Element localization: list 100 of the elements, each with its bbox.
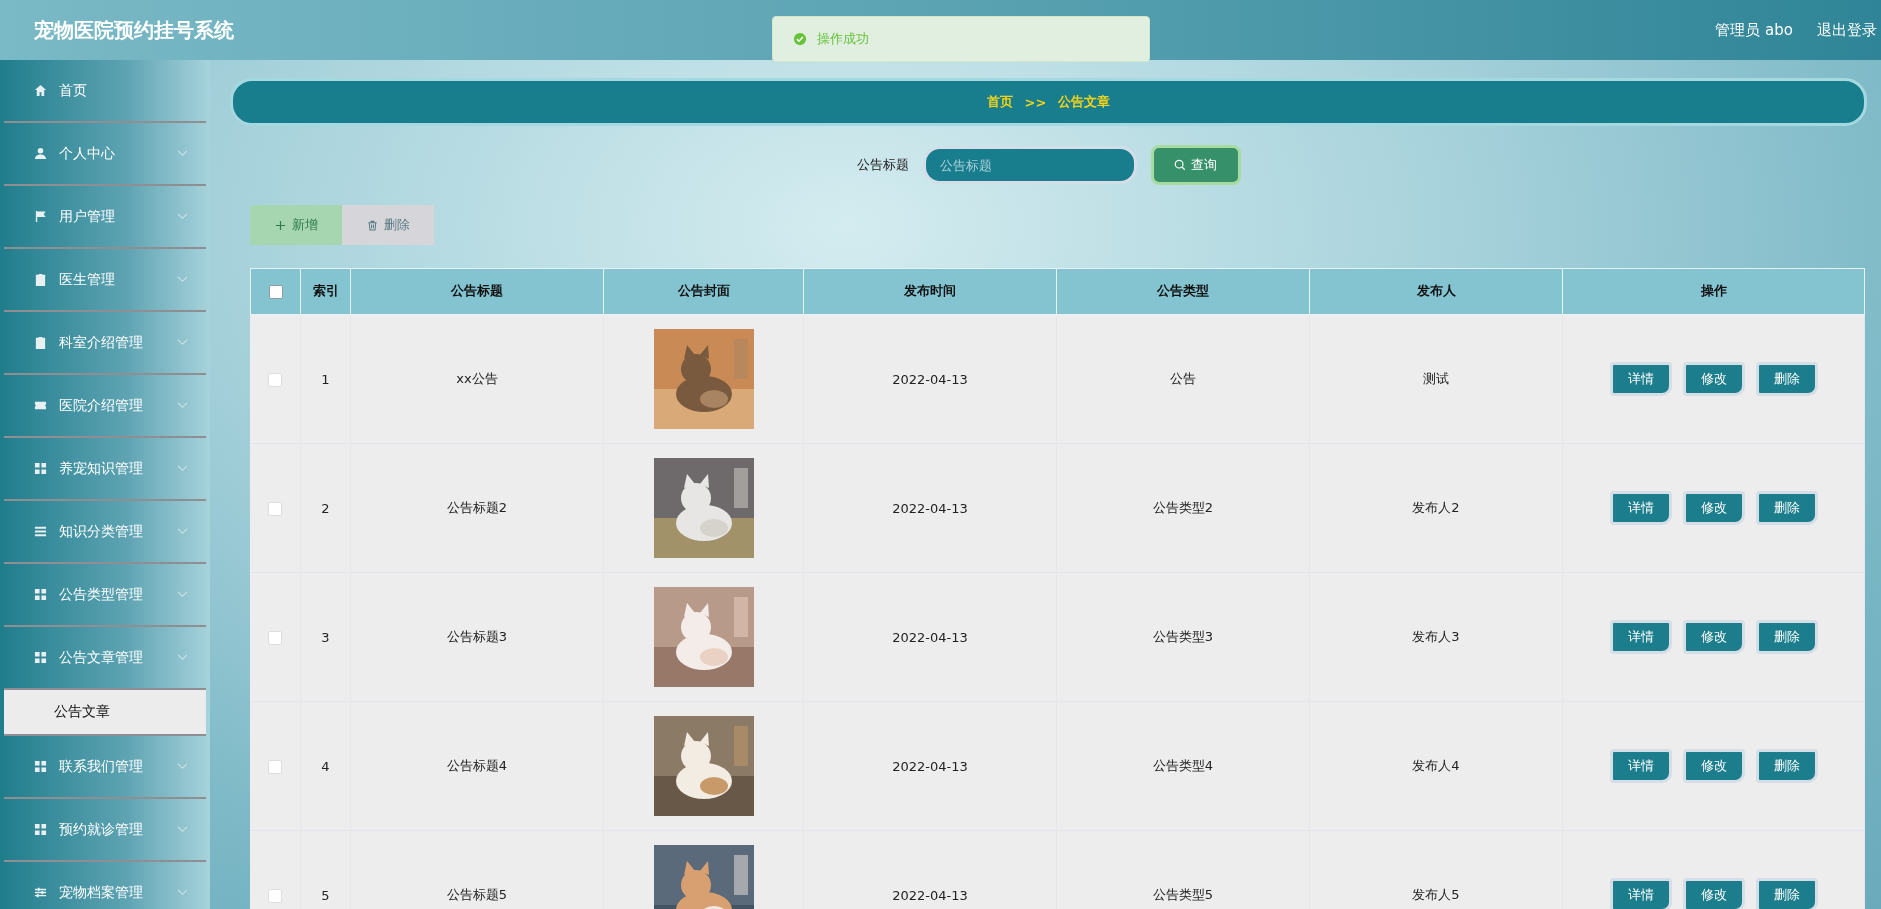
chevron-icon (177, 654, 188, 661)
menu-item[interactable]: 宠物档案管理 (4, 862, 206, 909)
table-cell: 公告类型2 (1056, 443, 1310, 573)
menu-icon (34, 462, 47, 475)
edit-button[interactable]: 修改 (1682, 491, 1745, 525)
delete-button[interactable]: 删除 (1755, 491, 1818, 525)
table-cell: 发布人5 (1309, 830, 1563, 909)
menu-item[interactable]: 医生管理 (4, 249, 206, 312)
trash-icon (366, 219, 378, 231)
chevron-icon (177, 889, 188, 896)
edit-button[interactable]: 修改 (1682, 620, 1745, 654)
menu-item[interactable]: 医院介绍管理 (4, 375, 206, 438)
menu-icon (34, 399, 47, 412)
menu-icon (34, 84, 47, 97)
plus-icon (274, 219, 286, 231)
table-cell: xx公告 (350, 314, 604, 444)
menu-icon (34, 336, 47, 349)
table-cell: 发布人3 (1309, 572, 1563, 702)
delete-button[interactable]: 删除 (1755, 362, 1818, 396)
toast-message: 操作成功 (817, 30, 869, 48)
details-button[interactable]: 详情 (1609, 362, 1672, 396)
search-button[interactable]: 查询 (1150, 145, 1241, 185)
check-circle-icon (793, 32, 807, 46)
details-button[interactable]: 详情 (1609, 620, 1672, 654)
menu-icon (34, 760, 47, 773)
edit-button[interactable]: 修改 (1682, 362, 1745, 396)
column-header: 公告标题 (350, 268, 604, 315)
chevron-icon (177, 763, 188, 770)
menu-icon (34, 210, 47, 223)
chevron-icon (177, 150, 188, 157)
chevron-icon (177, 276, 188, 283)
chevron-icon (177, 213, 188, 220)
details-button[interactable]: 详情 (1609, 749, 1672, 783)
table-cell: 公告类型5 (1056, 830, 1310, 909)
delete-button[interactable]: 删除 (1755, 878, 1818, 909)
chevron-icon (177, 591, 188, 598)
breadcrumb-separator: >> (1024, 94, 1047, 110)
column-header: 公告封面 (603, 268, 804, 315)
table-cell: 2022-04-13 (803, 830, 1057, 909)
menu-icon (34, 147, 47, 160)
menu-item[interactable]: 联系我们管理 (4, 736, 206, 799)
delete-button[interactable]: 删除 (1755, 620, 1818, 654)
menu-item[interactable]: 知识分类管理 (4, 501, 206, 564)
column-header: 索引 (300, 268, 351, 315)
table-cell: 4 (300, 701, 351, 831)
chevron-icon (177, 465, 188, 472)
breadcrumb-link[interactable]: 首页 (986, 93, 1013, 111)
system-title: 宠物医院预约挂号系统 (34, 16, 234, 44)
table-cell: 发布人2 (1309, 443, 1563, 573)
row-checkbox[interactable] (268, 630, 283, 645)
menu-icon (34, 651, 47, 664)
menu-item[interactable]: 科室介绍管理 (4, 312, 206, 375)
table-cell: 公告类型3 (1056, 572, 1310, 702)
menu-item[interactable]: 公告类型管理 (4, 564, 206, 627)
row-checkbox[interactable] (268, 888, 283, 903)
menu-icon (34, 823, 47, 836)
table-cell: 3 (300, 572, 351, 702)
menu-icon (34, 273, 47, 286)
breadcrumb-current: 公告文章 (1058, 93, 1111, 111)
search-icon (1174, 159, 1186, 171)
table-cell: 发布人4 (1309, 701, 1563, 831)
column-header: 发布人 (1309, 268, 1563, 315)
menu-icon (34, 525, 47, 538)
chevron-icon (177, 528, 188, 535)
menu-item[interactable]: 首页 (4, 60, 206, 123)
column-header: 公告类型 (1056, 268, 1310, 315)
logout-link[interactable]: 退出登录 (1817, 20, 1877, 40)
row-checkbox[interactable] (268, 759, 283, 774)
chevron-icon (177, 339, 188, 346)
table-cell: 2022-04-13 (803, 572, 1057, 702)
delete-button[interactable]: 删除 (1755, 749, 1818, 783)
menu-icon (34, 588, 47, 601)
chevron-icon (177, 826, 188, 833)
menu-item[interactable]: 养宠知识管理 (4, 438, 206, 501)
table-cell: 公告标题3 (350, 572, 604, 702)
table-cell: 2 (300, 443, 351, 573)
table-cell: 公告 (1056, 314, 1310, 444)
table-cell: 5 (300, 830, 351, 909)
row-checkbox[interactable] (268, 501, 283, 516)
details-button[interactable]: 详情 (1609, 491, 1672, 525)
table-cell: 1 (300, 314, 351, 444)
column-header: 发布时间 (803, 268, 1057, 315)
details-button[interactable]: 详情 (1609, 878, 1672, 909)
menu-item[interactable]: 个人中心 (4, 123, 206, 186)
table-cell: 公告标题2 (350, 443, 604, 573)
menu-item[interactable]: 用户管理 (4, 186, 206, 249)
search-field[interactable]: 公告标题 (922, 146, 1137, 184)
row-checkbox[interactable] (268, 372, 283, 387)
user-name: 管理员 abo (1715, 20, 1793, 40)
select-all-checkbox[interactable] (268, 285, 283, 300)
search-label: 公告标题 (856, 156, 909, 174)
table-cell: 测试 (1309, 314, 1563, 444)
edit-button[interactable]: 修改 (1682, 878, 1745, 909)
table-cell: 2022-04-13 (803, 314, 1057, 444)
table-cell: 公告类型4 (1056, 701, 1310, 831)
column-header: 操作 (1562, 268, 1865, 315)
edit-button[interactable]: 修改 (1682, 749, 1745, 783)
menu-item[interactable]: 预约就诊管理 (4, 799, 206, 862)
submenu-item[interactable]: 公告文章 (4, 690, 206, 736)
table-cell: 公告标题5 (350, 830, 604, 909)
